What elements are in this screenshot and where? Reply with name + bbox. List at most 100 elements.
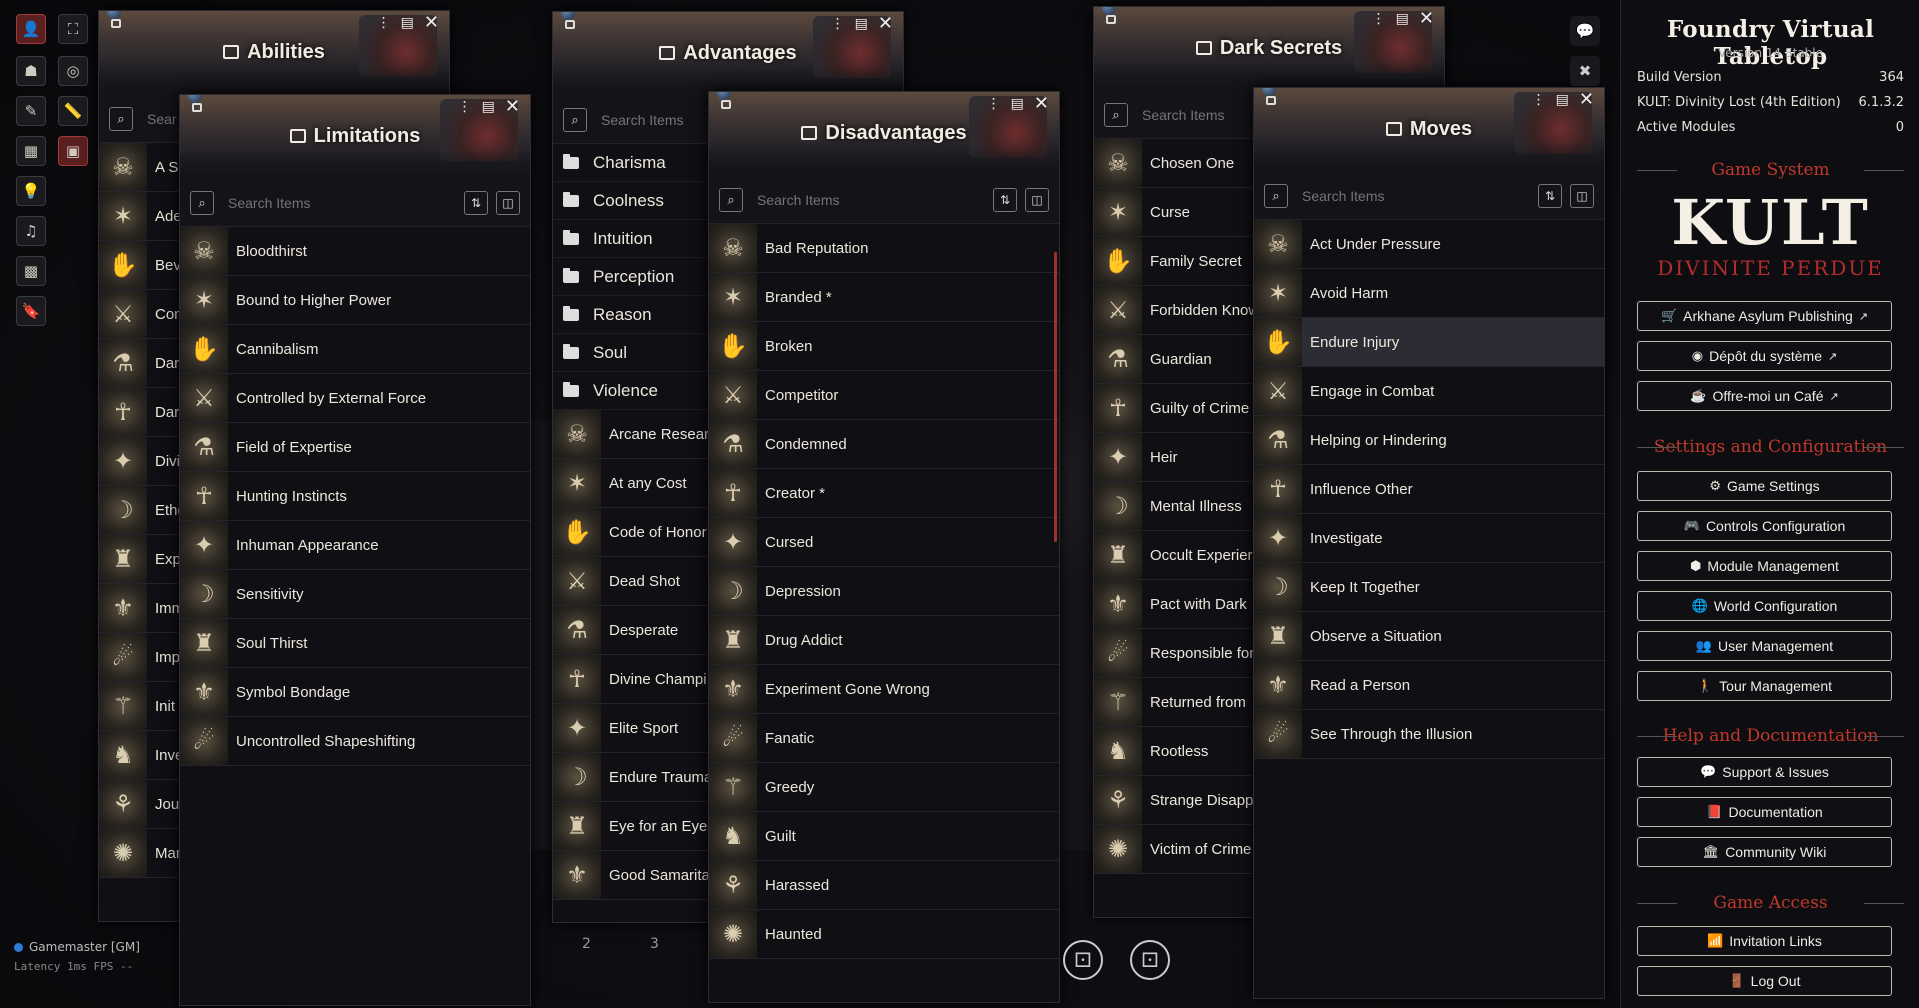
community-wiki-button[interactable]: 🏛 Community Wiki xyxy=(1637,837,1892,867)
sheet-icon[interactable]: ▤ xyxy=(1396,11,1409,27)
support-button[interactable]: 💬 Support & Issues xyxy=(1637,757,1892,787)
list-item[interactable]: ☄ See Through the Illusion xyxy=(1254,710,1604,759)
list-item[interactable]: ⚗ Field of Expertise xyxy=(180,423,530,472)
publisher-link[interactable]: 🛒 Arkhane Asylum Publishing ↗ xyxy=(1637,301,1892,331)
list-item[interactable]: ✋ Endure Injury xyxy=(1254,318,1604,367)
dice-icon[interactable]: ⚀ xyxy=(1130,940,1170,980)
list-item[interactable]: ☄ Fanatic xyxy=(709,714,1059,763)
list-item[interactable]: ⚜ Read a Person xyxy=(1254,661,1604,710)
list-item[interactable]: ✶ Avoid Harm xyxy=(1254,269,1604,318)
ruler-icon[interactable]: 📏 xyxy=(58,96,88,126)
list-item[interactable]: ⚔ Competitor xyxy=(709,371,1059,420)
list-item[interactable]: ☥ Influence Other xyxy=(1254,465,1604,514)
list-item[interactable]: ✦ Inhuman Appearance xyxy=(180,521,530,570)
sheet-icon[interactable]: ▤ xyxy=(855,16,868,32)
close-icon[interactable]: ✕ xyxy=(505,98,520,116)
list-item[interactable]: ♜ Drug Addict xyxy=(709,616,1059,665)
close-icon[interactable]: ✕ xyxy=(1034,95,1049,113)
grid-icon[interactable]: ▩ xyxy=(16,256,46,286)
list-item[interactable]: ☠ Bad Reputation xyxy=(709,224,1059,273)
lock-icon[interactable] xyxy=(1106,15,1116,24)
world-configuration-button[interactable]: 🌐 World Configuration xyxy=(1637,591,1892,621)
list-item[interactable]: ☄ Uncontrolled Shapeshifting xyxy=(180,717,530,766)
lock-icon[interactable] xyxy=(721,100,731,109)
list-item[interactable]: ✺ Haunted xyxy=(709,910,1059,959)
search-input[interactable] xyxy=(1300,187,1530,205)
menu-icon[interactable]: ⋮ xyxy=(458,99,472,115)
pencil-icon[interactable]: ✎ xyxy=(16,96,46,126)
bag-icon[interactable]: ▣ xyxy=(58,136,88,166)
collapse-icon[interactable]: ◫ xyxy=(1570,184,1594,208)
search-icon[interactable]: ⌕ xyxy=(1264,184,1288,208)
sort-icon[interactable]: ⇅ xyxy=(464,191,488,215)
search-icon[interactable]: ⌕ xyxy=(719,188,743,212)
list-item[interactable]: ✦ Investigate xyxy=(1254,514,1604,563)
list-item[interactable]: ☥ Creator * xyxy=(709,469,1059,518)
list-item[interactable]: ✋ Broken xyxy=(709,322,1059,371)
sheet-icon[interactable]: ▤ xyxy=(1556,92,1569,108)
list-item[interactable]: ✶ Bound to Higher Power xyxy=(180,276,530,325)
list-item[interactable]: ⚗ Helping or Hindering xyxy=(1254,416,1604,465)
list-item[interactable]: ⚜ Experiment Gone Wrong xyxy=(709,665,1059,714)
list-item[interactable]: ☽ Keep It Together xyxy=(1254,563,1604,612)
collapse-icon[interactable]: ◫ xyxy=(496,191,520,215)
user-management-button[interactable]: 👥 User Management xyxy=(1637,631,1892,661)
token-icon[interactable]: 👤 xyxy=(16,14,46,44)
menu-icon[interactable]: ⋮ xyxy=(1532,92,1546,108)
list-item[interactable]: ☠ Bloodthirst xyxy=(180,227,530,276)
list-item[interactable]: ⚚ Greedy xyxy=(709,763,1059,812)
list-item[interactable]: ✦ Cursed xyxy=(709,518,1059,567)
search-icon[interactable]: ⌕ xyxy=(109,107,133,131)
list-item[interactable]: ⚘ Harassed xyxy=(709,861,1059,910)
menu-icon[interactable]: ⋮ xyxy=(377,15,391,31)
player-list[interactable]: Gamemaster [GM] Latency 1ms FPS -- xyxy=(14,940,164,973)
list-item[interactable]: ☥ Hunting Instincts xyxy=(180,472,530,521)
list-item[interactable]: ☽ Depression xyxy=(709,567,1059,616)
lock-icon[interactable] xyxy=(565,20,575,29)
list-item[interactable]: ☠ Act Under Pressure xyxy=(1254,220,1604,269)
list-item[interactable]: ⚗ Condemned xyxy=(709,420,1059,469)
fullscreen-icon[interactable]: ⛶ xyxy=(58,14,88,44)
sheet-icon[interactable]: ▤ xyxy=(482,99,495,115)
search-input[interactable] xyxy=(755,191,985,209)
menu-icon[interactable]: ⋮ xyxy=(1372,11,1386,27)
search-input[interactable] xyxy=(226,194,456,212)
coffee-link[interactable]: ☕ Offre-moi un Café ↗ xyxy=(1637,381,1892,411)
controls-configuration-button[interactable]: 🎮 Controls Configuration xyxy=(1637,511,1892,541)
tiles-icon[interactable]: ▦ xyxy=(16,136,46,166)
hotbar-slot-3[interactable]: 3 xyxy=(650,936,659,952)
documentation-button[interactable]: 📕 Documentation xyxy=(1637,797,1892,827)
window-header[interactable]: ⋮ ▤ ✕ Disadvantages xyxy=(709,92,1059,177)
log-out-button[interactable]: 🚪 Log Out xyxy=(1637,966,1892,996)
dice-icon[interactable]: ⚀ xyxy=(1063,940,1103,980)
bookmark-icon[interactable]: 🔖 xyxy=(16,296,46,326)
sort-icon[interactable]: ⇅ xyxy=(993,188,1017,212)
lightbulb-icon[interactable]: 💡 xyxy=(16,176,46,206)
lock-icon[interactable] xyxy=(111,19,121,28)
collapse-icon[interactable]: ◫ xyxy=(1025,188,1049,212)
invitation-links-button[interactable]: 📶 Invitation Links xyxy=(1637,926,1892,956)
list-item[interactable]: ⚔ Controlled by External Force xyxy=(180,374,530,423)
list-item[interactable]: ♜ Soul Thirst xyxy=(180,619,530,668)
list-item[interactable]: ✶ Branded * xyxy=(709,273,1059,322)
sheet-icon[interactable]: ▤ xyxy=(401,15,414,31)
close-icon[interactable]: ✕ xyxy=(1419,10,1434,28)
game-settings-button[interactable]: ⚙ Game Settings xyxy=(1637,471,1892,501)
lock-icon[interactable] xyxy=(192,103,202,112)
list-item[interactable]: ⚔ Engage in Combat xyxy=(1254,367,1604,416)
music-icon[interactable]: ♫ xyxy=(16,216,46,246)
sheet-icon[interactable]: ▤ xyxy=(1011,96,1024,112)
window-header[interactable]: ⋮ ▤ ✕ Abilities xyxy=(99,11,449,96)
close-icon[interactable]: ✕ xyxy=(1579,91,1594,109)
users-icon[interactable]: ☗ xyxy=(16,56,46,86)
target-icon[interactable]: ◎ xyxy=(58,56,88,86)
chat-icon[interactable]: 💬 xyxy=(1570,16,1600,46)
close-icon[interactable]: ✕ xyxy=(424,14,439,32)
window-header[interactable]: ⋮ ▤ ✕ Moves xyxy=(1254,88,1604,173)
sort-icon[interactable]: ⇅ xyxy=(1538,184,1562,208)
scrollbar-thumb[interactable] xyxy=(1054,252,1057,542)
window-header[interactable]: ⋮ ▤ ✕ Dark Secrets xyxy=(1094,7,1444,92)
window-header[interactable]: ⋮ ▤ ✕ Limitations xyxy=(180,95,530,180)
tour-management-button[interactable]: 🚶 Tour Management xyxy=(1637,671,1892,701)
system-repo-link[interactable]: ◉ Dépôt du système ↗ xyxy=(1637,341,1892,371)
